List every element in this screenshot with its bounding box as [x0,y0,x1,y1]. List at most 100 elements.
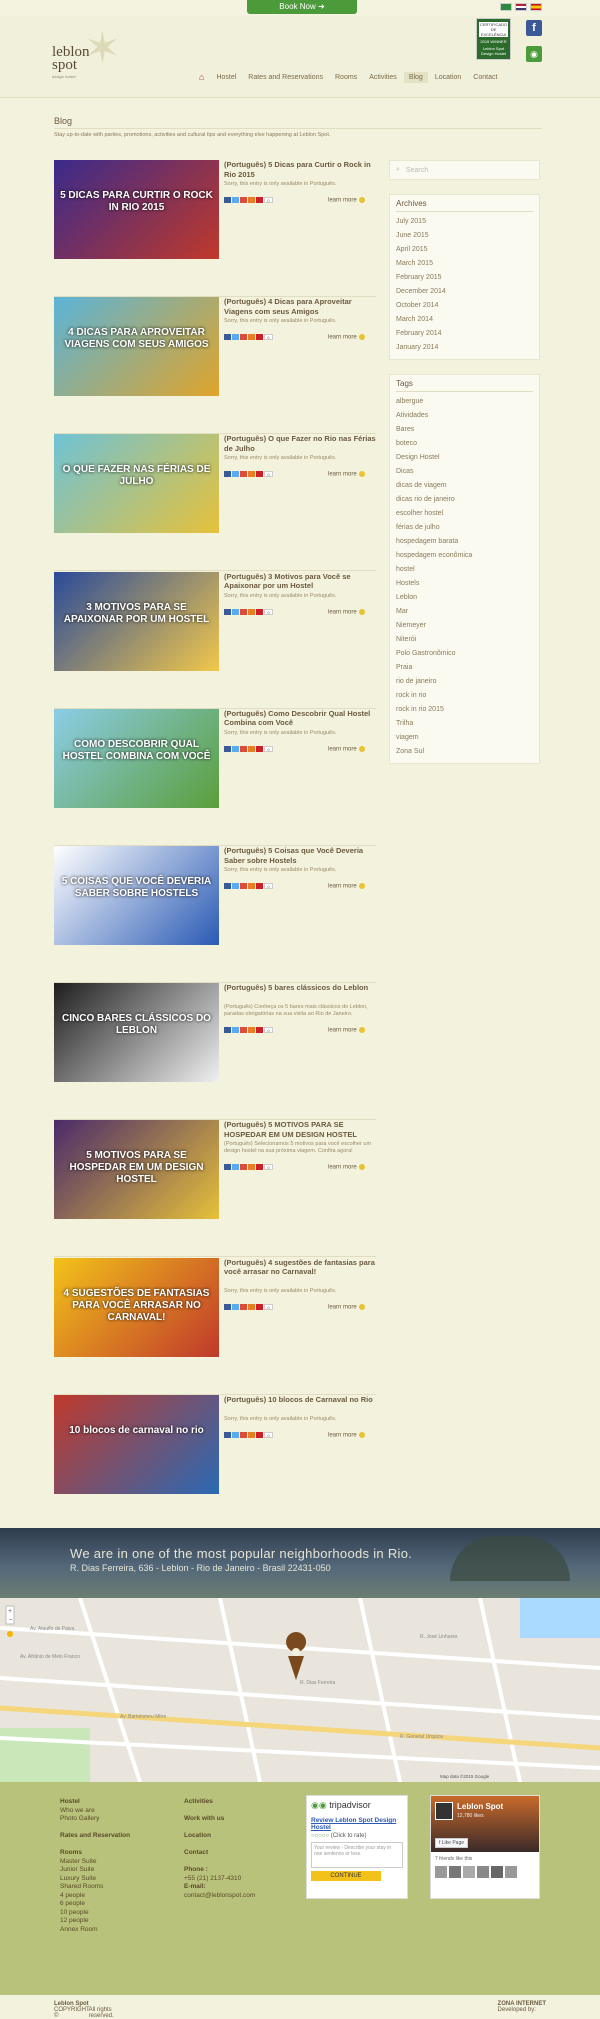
review-textarea[interactable]: Your review - Describe your stay in one … [311,1842,403,1868]
pinterest-share-icon[interactable] [256,471,263,478]
pegman-icon[interactable] [7,1631,13,1637]
review-link[interactable]: Review Leblon Spot Design Hostel [311,1817,403,1831]
tripadvisor-badge[interactable]: CERTIFICADO DE EXCELÊNCIA 2015 WINNER Le… [476,18,511,60]
footer-link[interactable]: Shared Rooms [60,1883,130,1892]
post-thumbnail[interactable]: 3 MOTIVOS PARA SE APAIXONAR POR UM HOSTE… [54,571,219,671]
search-box[interactable]: ⌕ Search [389,160,540,180]
footer-link[interactable]: 6 people [60,1900,130,1909]
facebook-share-icon[interactable] [224,1164,231,1171]
facebook-share-icon[interactable] [224,1431,231,1438]
footer-link[interactable]: Contact [184,1849,255,1858]
facebook-share-icon[interactable] [224,745,231,752]
footer-link[interactable]: Work with us [184,1815,255,1824]
email-share-icon[interactable] [248,883,255,889]
pinterest-share-icon[interactable] [256,883,263,889]
tag-link[interactable]: Hostels [396,577,533,591]
archive-link[interactable]: December 2014 [396,285,533,299]
flag-en-icon[interactable] [515,3,527,11]
twitter-share-icon[interactable] [232,745,239,752]
post-title[interactable]: (Português) 10 blocos de Carnaval no Rio [224,1395,379,1405]
google-plus-share-icon[interactable] [240,1027,247,1034]
tag-link[interactable]: escolher hostel [396,507,533,521]
footer-link[interactable]: Rates and Reservation [60,1832,130,1841]
pinterest-share-icon[interactable] [256,1164,263,1171]
tag-link[interactable]: Niterói [396,633,533,647]
email-share-icon[interactable] [248,745,255,752]
tag-link[interactable]: hospedagem econômica [396,549,533,563]
tag-link[interactable]: Praia [396,661,533,675]
twitter-share-icon[interactable] [232,197,239,203]
map[interactable]: Av. Ataulfo de Paiva R. Dias Ferreira Av… [0,1598,600,1782]
twitter-share-icon[interactable] [232,883,239,889]
tag-link[interactable]: Bares [396,423,533,437]
tag-link[interactable]: Design Hostel [396,451,533,465]
post-title[interactable]: (Português) O que Fazer no Rio nas Féria… [224,434,379,453]
tag-link[interactable]: hospedagem barata [396,535,533,549]
google-plus-share-icon[interactable] [240,334,247,341]
pinterest-share-icon[interactable] [256,745,263,752]
footer-link[interactable]: E-mail: [184,1883,255,1892]
footer-link[interactable]: Photo Gallery [60,1815,130,1824]
twitter-share-icon[interactable] [232,471,239,478]
google-plus-share-icon[interactable] [240,1431,247,1438]
facebook-share-icon[interactable] [224,334,231,341]
footer-link[interactable]: Phone : [184,1866,255,1875]
facebook-icon[interactable]: f [526,20,542,36]
nav-contact[interactable]: Contact [468,72,502,83]
tag-link[interactable]: Dicas [396,465,533,479]
footer-link[interactable]: +55 (21) 2137-4310 [184,1875,255,1884]
flag-pt-icon[interactable] [500,3,512,11]
search-input[interactable]: Search [406,167,428,174]
twitter-share-icon[interactable] [232,1431,239,1438]
learn-more-link[interactable]: learn more [328,745,365,752]
tag-link[interactable]: boteco [396,437,533,451]
post-title[interactable]: (Português) 5 Coisas que Você Deveria Sa… [224,846,379,865]
pinterest-share-icon[interactable] [256,608,263,615]
footer-link[interactable]: Activities [184,1798,255,1807]
google-plus-share-icon[interactable] [240,197,247,203]
footer-link[interactable]: Location [184,1832,255,1841]
footer-link[interactable]: Master Suite [60,1858,130,1867]
tag-link[interactable]: Trilha [396,717,533,731]
twitter-share-icon[interactable] [232,1164,239,1171]
email-share-icon[interactable] [248,197,255,203]
footer-link[interactable]: contact@leblonspot.com [184,1892,255,1901]
email-share-icon[interactable] [248,1304,255,1311]
tag-link[interactable]: rio de janeiro [396,675,533,689]
map-canvas[interactable]: Av. Ataulfo de Paiva R. Dias Ferreira Av… [0,1598,600,1782]
archive-link[interactable]: October 2014 [396,299,533,313]
facebook-share-icon[interactable] [224,1304,231,1311]
continue-button[interactable]: CONTINUE [311,1871,381,1881]
twitter-share-icon[interactable] [232,1304,239,1311]
pinterest-share-icon[interactable] [256,197,263,203]
post-title[interactable]: (Português) 5 Dicas para Curtir o Rock i… [224,160,379,179]
tag-link[interactable]: albergue [396,395,533,409]
archive-link[interactable]: January 2014 [396,341,533,355]
archive-link[interactable]: February 2015 [396,271,533,285]
nav-rates[interactable]: Rates and Reservations [243,72,328,83]
tripadvisor-icon[interactable]: ◉ [526,46,542,62]
facebook-share-icon[interactable] [224,471,231,478]
footer-link[interactable]: Luxury Suite [60,1875,130,1884]
nav-location[interactable]: Location [430,72,466,83]
archive-link[interactable]: July 2015 [396,215,533,229]
archive-link[interactable]: March 2014 [396,313,533,327]
twitter-share-icon[interactable] [232,608,239,615]
google-plus-share-icon[interactable] [240,1164,247,1171]
book-now-button[interactable]: Book Now ➜ [247,0,357,14]
footer-link[interactable]: 12 people [60,1917,130,1926]
tag-link[interactable]: dicas rio de janeiro [396,493,533,507]
post-thumbnail[interactable]: 4 DICAS PARA APROVEITAR VIAGENS COM SEUS… [54,297,219,397]
google-plus-share-icon[interactable] [240,883,247,889]
tag-link[interactable]: Leblon [396,591,533,605]
tag-link[interactable]: Polo Gastronômico [396,647,533,661]
post-thumbnail[interactable]: 10 blocos de carnaval no rio [54,1394,219,1494]
google-plus-share-icon[interactable] [240,1304,247,1311]
post-title[interactable]: (Português) Como Descobrir Qual Hostel C… [224,709,379,728]
learn-more-link[interactable]: learn more [328,197,365,204]
post-title[interactable]: (Português) 5 bares clássicos do Leblon [224,983,379,993]
pinterest-share-icon[interactable] [256,1304,263,1311]
footer-link[interactable]: 10 people [60,1909,130,1918]
archive-link[interactable]: March 2015 [396,257,533,271]
email-share-icon[interactable] [248,1431,255,1438]
